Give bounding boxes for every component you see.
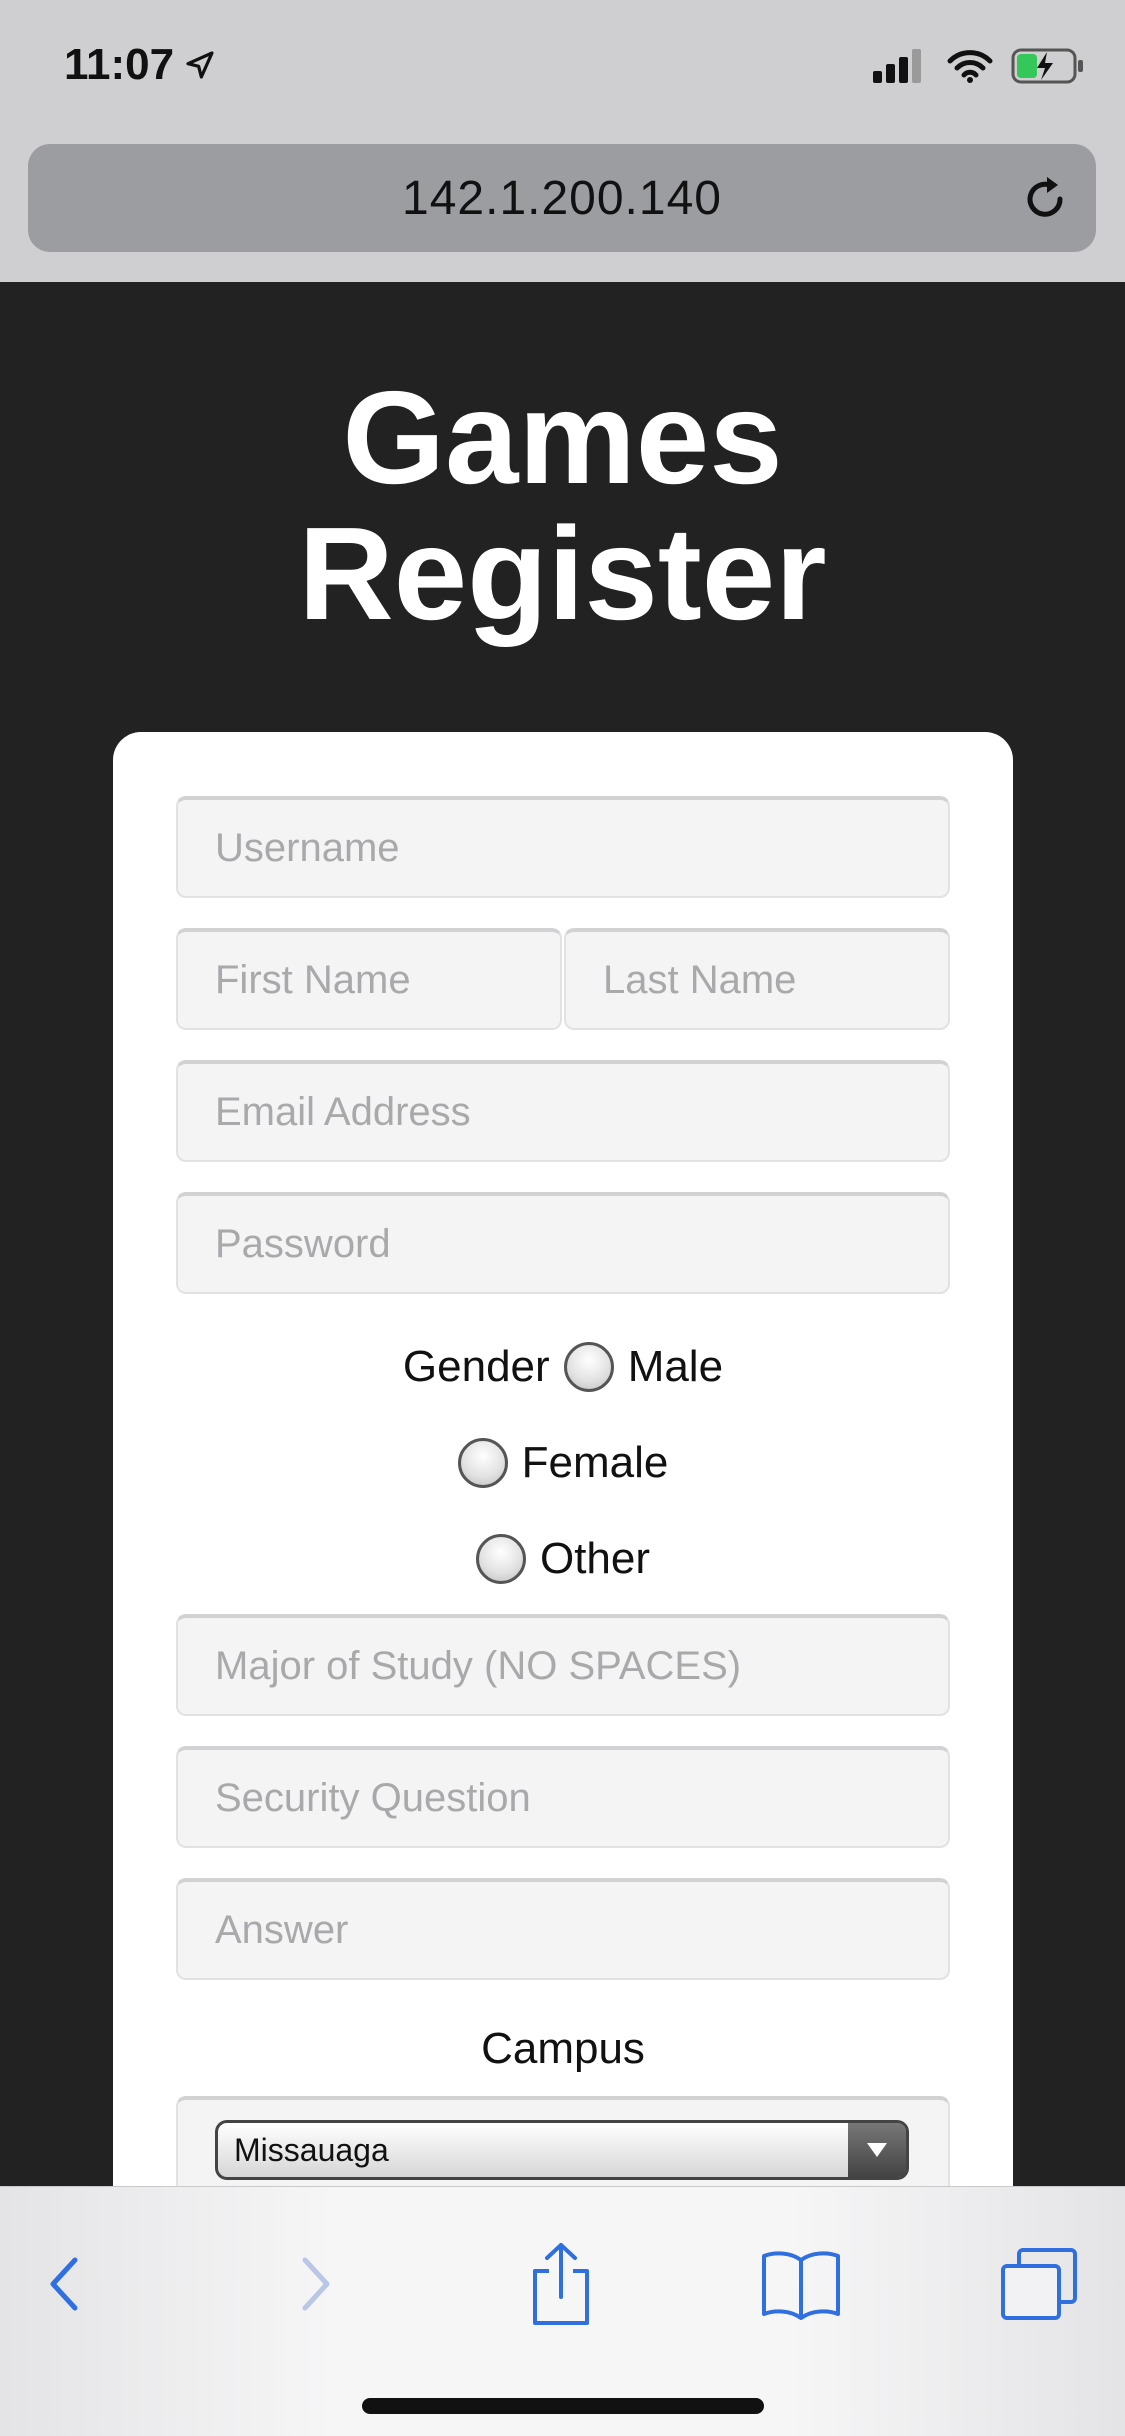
- status-time: 11:07: [64, 40, 216, 90]
- security-question-field[interactable]: Security Question: [176, 1746, 950, 1848]
- first-name-field[interactable]: First Name: [176, 928, 562, 1030]
- email-field[interactable]: Email Address: [176, 1060, 950, 1162]
- username-placeholder: Username: [215, 825, 400, 870]
- share-icon: [533, 2243, 589, 2325]
- home-indicator[interactable]: [362, 2398, 764, 2414]
- campus-label: Campus: [481, 2024, 645, 2073]
- forward-icon: [302, 2257, 330, 2311]
- major-placeholder: Major of Study (NO SPACES): [215, 1643, 742, 1688]
- registration-form: Username First Name Last Name Email Addr…: [113, 732, 1013, 2196]
- last-name-field[interactable]: Last Name: [564, 928, 950, 1030]
- page-title-line-2: Register: [298, 500, 827, 647]
- gender-other-label: Other: [539, 1534, 651, 1583]
- tabs-button[interactable]: [994, 2239, 1084, 2329]
- reload-icon[interactable]: [1018, 172, 1072, 226]
- security-question-placeholder: Security Question: [215, 1775, 531, 1820]
- bookmarks-button[interactable]: [756, 2239, 846, 2329]
- answer-placeholder: Answer: [215, 1907, 349, 1952]
- browser-chrome: 11:07 142.1.200.140: [0, 0, 1125, 282]
- gender-female-row: Female: [113, 1438, 1013, 1488]
- gender-female-radio[interactable]: [457, 1438, 508, 1488]
- back-button[interactable]: [20, 2239, 110, 2329]
- username-field[interactable]: Username: [176, 796, 950, 898]
- gender-row: Gender Male: [113, 1342, 1013, 1392]
- campus-selected-value: Missauaga: [234, 2131, 389, 2168]
- campus-select[interactable]: Missauaga: [215, 2120, 909, 2180]
- tabs-icon: [1001, 2248, 1077, 2320]
- password-field[interactable]: Password: [176, 1192, 950, 1294]
- gender-male-radio[interactable]: [563, 1342, 614, 1392]
- share-button[interactable]: [516, 2239, 606, 2329]
- battery-charging-icon: [1011, 48, 1083, 84]
- campus-select-wrapper: Missauaga: [176, 2096, 950, 2196]
- back-icon: [50, 2257, 78, 2311]
- wifi-icon: [947, 50, 993, 83]
- chevron-down-icon: [848, 2123, 906, 2177]
- major-field[interactable]: Major of Study (NO SPACES): [176, 1614, 950, 1716]
- status-time-text: 11:07: [64, 40, 175, 89]
- page-title: Games Register: [0, 370, 1125, 642]
- gender-other-radio[interactable]: [475, 1534, 526, 1584]
- gender-female-label: Female: [521, 1438, 669, 1487]
- forward-button[interactable]: [270, 2239, 360, 2329]
- location-arrow-icon: [186, 51, 214, 79]
- password-placeholder: Password: [215, 1221, 391, 1266]
- answer-field[interactable]: Answer: [176, 1878, 950, 1980]
- url-text: 142.1.200.140: [402, 171, 722, 225]
- gender-other-row: Other: [113, 1534, 1013, 1584]
- last-name-placeholder: Last Name: [603, 957, 797, 1002]
- address-bar[interactable]: 142.1.200.140: [28, 144, 1096, 252]
- email-placeholder: Email Address: [215, 1089, 471, 1134]
- screen: 11:07 142.1.200.140 Games Register Usern…: [0, 0, 1125, 2436]
- gender-male-label: Male: [627, 1342, 724, 1391]
- first-name-placeholder: First Name: [215, 957, 411, 1002]
- page-title-line-1: Games: [342, 364, 783, 511]
- gender-label: Gender: [402, 1342, 550, 1391]
- bookmarks-icon: [762, 2251, 840, 2320]
- status-icons: [873, 48, 1085, 84]
- signal-icon: [873, 49, 921, 83]
